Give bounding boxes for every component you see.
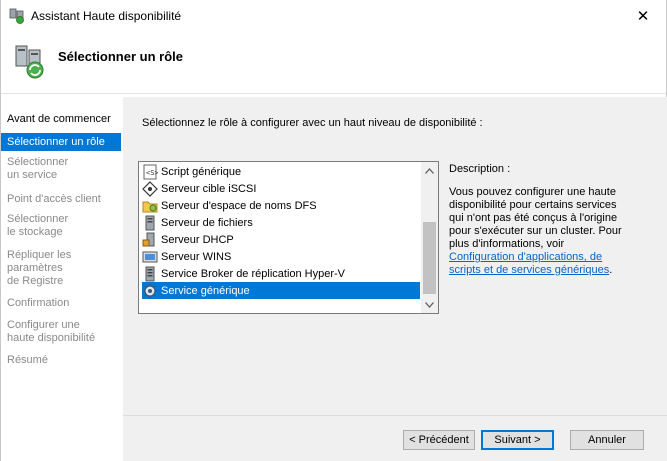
hyperv-broker-icon xyxy=(145,266,155,281)
role-label: Serveur de fichiers xyxy=(161,216,253,229)
file-server-icon xyxy=(145,215,155,230)
role-label: Service générique xyxy=(161,284,250,297)
svg-text:<S>: <S> xyxy=(146,169,158,177)
role-item-generic-service[interactable]: Service générique xyxy=(142,282,420,299)
role-item-hyperv-broker[interactable]: Service Broker de réplication Hyper-V xyxy=(142,265,420,282)
header-divider xyxy=(1,93,666,94)
scroll-down-arrow-icon[interactable] xyxy=(421,296,438,313)
step-confirmation: Confirmation xyxy=(7,297,70,309)
step-summary: Résumé xyxy=(7,354,48,366)
role-item-file-server[interactable]: Serveur de fichiers xyxy=(142,214,420,231)
role-item-iscsi-target[interactable]: Serveur cible iSCSI xyxy=(142,180,420,197)
step-select-role[interactable]: Sélectionner un rôle xyxy=(1,133,121,151)
step-configure-ha: Configurer une haute disponibilité xyxy=(7,319,96,344)
role-item-wins[interactable]: Serveur WINS xyxy=(142,248,420,265)
role-label: Serveur cible iSCSI xyxy=(161,182,257,195)
step-select-service: Sélectionner un service xyxy=(7,156,69,181)
role-label: Serveur DHCP xyxy=(161,233,234,246)
step-select-storage: Sélectionner le stockage xyxy=(7,213,69,238)
role-item-dhcp[interactable]: Serveur DHCP xyxy=(142,231,420,248)
help-link[interactable]: Configuration d'applications, de scripts… xyxy=(449,251,609,276)
title-bar: Assistant Haute disponibilité ✕ xyxy=(1,0,666,32)
description-text: Vous pouvez configurer une haute disponi… xyxy=(449,186,624,277)
role-item-generic-script[interactable]: <S> Script générique xyxy=(142,163,420,180)
step-replicate-registry: Répliquer les paramètres de Registre xyxy=(7,249,72,287)
role-list-items: <S> Script générique Serveur cible iSCSI xyxy=(139,162,421,313)
role-label: Script générique xyxy=(161,165,242,178)
cancel-button[interactable]: Annuler xyxy=(570,430,644,450)
description-body: Vous pouvez configurer une haute disponi… xyxy=(449,186,622,250)
step-before-you-begin[interactable]: Avant de commencer xyxy=(1,111,121,128)
role-label: Serveur WINS xyxy=(161,250,232,263)
cluster-wizard-icon xyxy=(15,45,44,79)
description-label: Description : xyxy=(449,163,511,175)
scroll-thumb[interactable] xyxy=(423,222,436,294)
scroll-up-arrow-icon[interactable] xyxy=(421,162,438,179)
iscsi-target-icon xyxy=(142,180,158,197)
dfs-namespace-icon xyxy=(142,201,158,212)
description-end: . xyxy=(609,264,613,276)
close-button[interactable]: ✕ xyxy=(620,0,666,32)
content-panel: Sélectionnez le rôle à configurer avec u… xyxy=(123,97,667,415)
role-item-dfs-namespace[interactable]: Serveur d'espace de noms DFS xyxy=(142,197,420,214)
instruction-text: Sélectionnez le rôle à configurer avec u… xyxy=(142,117,483,129)
role-label: Serveur d'espace de noms DFS xyxy=(161,199,317,212)
description-panel: Description : Vous pouvez configurer une… xyxy=(449,163,624,277)
wizard-header: Sélectionner un rôle xyxy=(1,32,666,84)
previous-button[interactable]: < Précédent xyxy=(403,430,475,450)
role-label: Service Broker de réplication Hyper-V xyxy=(161,267,346,280)
step-client-access-point: Point d'accès client xyxy=(7,193,101,205)
role-listbox[interactable]: <S> Script générique Serveur cible iSCSI xyxy=(138,161,439,314)
wizard-footer: < Précédent Suivant > Annuler xyxy=(123,415,667,461)
wizard-steps-sidebar: Avant de commencer Sélectionner un rôle … xyxy=(1,97,121,461)
cluster-manager-icon xyxy=(9,8,24,24)
generic-service-icon xyxy=(143,283,157,298)
role-list-scrollbar[interactable] xyxy=(421,162,438,313)
window-title: Assistant Haute disponibilité xyxy=(31,9,182,23)
dhcp-icon xyxy=(142,232,155,246)
wins-icon xyxy=(142,251,158,262)
script-icon: <S> xyxy=(143,164,158,179)
next-button[interactable]: Suivant > xyxy=(481,430,554,450)
wizard-window: Assistant Haute disponibilité ✕ Sélectio… xyxy=(0,0,667,461)
page-title: Sélectionner un rôle xyxy=(58,49,183,64)
